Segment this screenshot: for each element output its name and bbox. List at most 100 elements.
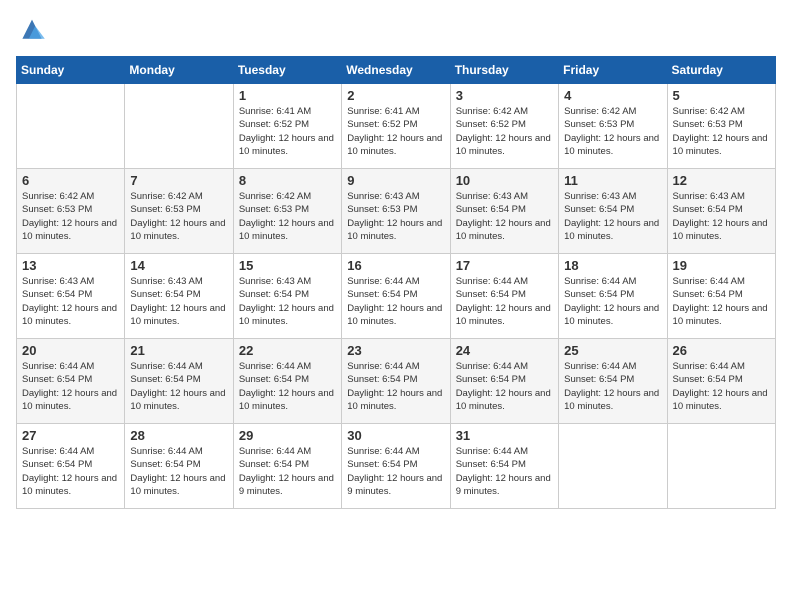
day-info: Sunrise: 6:43 AM Sunset: 6:54 PM Dayligh… xyxy=(673,190,770,243)
calendar-cell: 18 Sunrise: 6:44 AM Sunset: 6:54 PM Dayli… xyxy=(559,254,667,339)
day-info: Sunrise: 6:44 AM Sunset: 6:54 PM Dayligh… xyxy=(347,360,444,413)
calendar-cell xyxy=(125,84,233,169)
calendar-cell: 22 Sunrise: 6:44 AM Sunset: 6:54 PM Dayli… xyxy=(233,339,341,424)
calendar-week-row: 27 Sunrise: 6:44 AM Sunset: 6:54 PM Dayli… xyxy=(17,424,776,509)
calendar-cell: 10 Sunrise: 6:43 AM Sunset: 6:54 PM Dayli… xyxy=(450,169,558,254)
calendar-cell xyxy=(667,424,775,509)
day-number: 23 xyxy=(347,343,444,358)
calendar-cell: 17 Sunrise: 6:44 AM Sunset: 6:54 PM Dayli… xyxy=(450,254,558,339)
calendar-week-row: 13 Sunrise: 6:43 AM Sunset: 6:54 PM Dayli… xyxy=(17,254,776,339)
calendar-cell: 31Sunrise: 6:44 AM Sunset: 6:54 PM Dayli… xyxy=(450,424,558,509)
calendar-cell: 15 Sunrise: 6:43 AM Sunset: 6:54 PM Dayli… xyxy=(233,254,341,339)
calendar-header-row: SundayMondayTuesdayWednesdayThursdayFrid… xyxy=(17,57,776,84)
calendar-week-row: 1 Sunrise: 6:41 AM Sunset: 6:52 PM Daylig… xyxy=(17,84,776,169)
calendar-cell: 6 Sunrise: 6:42 AM Sunset: 6:53 PM Daylig… xyxy=(17,169,125,254)
calendar-cell: 14Sunrise: 6:43 AM Sunset: 6:54 PM Dayli… xyxy=(125,254,233,339)
calendar-cell: 1 Sunrise: 6:41 AM Sunset: 6:52 PM Daylig… xyxy=(233,84,341,169)
day-number: 30 xyxy=(347,428,444,443)
day-info: Sunrise: 6:42 AM Sunset: 6:53 PM Dayligh… xyxy=(130,190,227,243)
day-info: Sunrise: 6:43 AM Sunset: 6:54 PM Dayligh… xyxy=(456,190,553,243)
calendar-cell: 2 Sunrise: 6:41 AM Sunset: 6:52 PM Daylig… xyxy=(342,84,450,169)
day-number: 6 xyxy=(22,173,119,188)
day-number: 17 xyxy=(456,258,553,273)
column-header-wednesday: Wednesday xyxy=(342,57,450,84)
day-number: 27 xyxy=(22,428,119,443)
calendar-cell: 19 Sunrise: 6:44 AM Sunset: 6:54 PM Dayli… xyxy=(667,254,775,339)
day-info: Sunrise: 6:44 AM Sunset: 6:54 PM Dayligh… xyxy=(456,360,553,413)
day-number: 29 xyxy=(239,428,336,443)
day-number: 18 xyxy=(564,258,661,273)
calendar-cell: 3 Sunrise: 6:42 AM Sunset: 6:52 PM Daylig… xyxy=(450,84,558,169)
logo-icon xyxy=(16,16,48,44)
day-number: 10 xyxy=(456,173,553,188)
calendar-cell: 13Sunrise: 6:43 AM Sunset: 6:54 PM Dayli… xyxy=(17,254,125,339)
calendar-cell xyxy=(559,424,667,509)
calendar-cell: 16 Sunrise: 6:44 AM Sunset: 6:54 PM Dayli… xyxy=(342,254,450,339)
day-info: Sunrise: 6:41 AM Sunset: 6:52 PM Dayligh… xyxy=(347,105,444,158)
logo xyxy=(16,16,52,44)
calendar-cell: 4 Sunrise: 6:42 AM Sunset: 6:53 PM Daylig… xyxy=(559,84,667,169)
day-number: 21 xyxy=(130,343,227,358)
day-info: Sunrise: 6:44 AM Sunset: 6:54 PM Dayligh… xyxy=(564,275,661,328)
calendar-cell xyxy=(17,84,125,169)
calendar-cell: 28 Sunrise: 6:44 AM Sunset: 6:54 PM Dayli… xyxy=(125,424,233,509)
day-info: Sunrise: 6:42 AM Sunset: 6:53 PM Dayligh… xyxy=(22,190,119,243)
day-info: Sunrise: 6:44 AM Sunset: 6:54 PM Dayligh… xyxy=(673,275,770,328)
day-info: Sunrise: 6:43 AM Sunset: 6:53 PM Dayligh… xyxy=(347,190,444,243)
day-number: 7 xyxy=(130,173,227,188)
calendar-cell: 24 Sunrise: 6:44 AM Sunset: 6:54 PM Dayli… xyxy=(450,339,558,424)
column-header-tuesday: Tuesday xyxy=(233,57,341,84)
day-info: Sunrise: 6:44 AM Sunset: 6:54 PM Dayligh… xyxy=(347,445,444,498)
day-number: 13 xyxy=(22,258,119,273)
column-header-monday: Monday xyxy=(125,57,233,84)
calendar-week-row: 6 Sunrise: 6:42 AM Sunset: 6:53 PM Daylig… xyxy=(17,169,776,254)
calendar-cell: 27 Sunrise: 6:44 AM Sunset: 6:54 PM Dayli… xyxy=(17,424,125,509)
day-info: Sunrise: 6:41 AM Sunset: 6:52 PM Dayligh… xyxy=(239,105,336,158)
calendar-cell: 12Sunrise: 6:43 AM Sunset: 6:54 PM Dayli… xyxy=(667,169,775,254)
day-number: 8 xyxy=(239,173,336,188)
day-info: Sunrise: 6:44 AM Sunset: 6:54 PM Dayligh… xyxy=(673,360,770,413)
calendar-cell: 26Sunrise: 6:44 AM Sunset: 6:54 PM Dayli… xyxy=(667,339,775,424)
calendar-cell: 21Sunrise: 6:44 AM Sunset: 6:54 PM Dayli… xyxy=(125,339,233,424)
day-number: 22 xyxy=(239,343,336,358)
calendar-cell: 25 Sunrise: 6:44 AM Sunset: 6:54 PM Dayli… xyxy=(559,339,667,424)
calendar-cell: 29 Sunrise: 6:44 AM Sunset: 6:54 PM Dayli… xyxy=(233,424,341,509)
day-info: Sunrise: 6:44 AM Sunset: 6:54 PM Dayligh… xyxy=(239,360,336,413)
calendar-week-row: 20 Sunrise: 6:44 AM Sunset: 6:54 PM Dayli… xyxy=(17,339,776,424)
day-number: 24 xyxy=(456,343,553,358)
day-info: Sunrise: 6:44 AM Sunset: 6:54 PM Dayligh… xyxy=(130,445,227,498)
column-header-saturday: Saturday xyxy=(667,57,775,84)
day-info: Sunrise: 6:44 AM Sunset: 6:54 PM Dayligh… xyxy=(564,360,661,413)
day-number: 3 xyxy=(456,88,553,103)
day-number: 2 xyxy=(347,88,444,103)
day-info: Sunrise: 6:42 AM Sunset: 6:53 PM Dayligh… xyxy=(673,105,770,158)
day-number: 4 xyxy=(564,88,661,103)
calendar-cell: 8Sunrise: 6:42 AM Sunset: 6:53 PM Daylig… xyxy=(233,169,341,254)
day-info: Sunrise: 6:44 AM Sunset: 6:54 PM Dayligh… xyxy=(456,275,553,328)
day-info: Sunrise: 6:43 AM Sunset: 6:54 PM Dayligh… xyxy=(239,275,336,328)
day-number: 1 xyxy=(239,88,336,103)
day-info: Sunrise: 6:43 AM Sunset: 6:54 PM Dayligh… xyxy=(130,275,227,328)
calendar-cell: 7 Sunrise: 6:42 AM Sunset: 6:53 PM Daylig… xyxy=(125,169,233,254)
calendar-table: SundayMondayTuesdayWednesdayThursdayFrid… xyxy=(16,56,776,509)
day-number: 15 xyxy=(239,258,336,273)
day-info: Sunrise: 6:44 AM Sunset: 6:54 PM Dayligh… xyxy=(347,275,444,328)
calendar-cell: 11Sunrise: 6:43 AM Sunset: 6:54 PM Dayli… xyxy=(559,169,667,254)
calendar-cell: 23 Sunrise: 6:44 AM Sunset: 6:54 PM Dayli… xyxy=(342,339,450,424)
calendar-cell: 5 Sunrise: 6:42 AM Sunset: 6:53 PM Daylig… xyxy=(667,84,775,169)
calendar-cell: 20Sunrise: 6:44 AM Sunset: 6:54 PM Dayli… xyxy=(17,339,125,424)
day-number: 16 xyxy=(347,258,444,273)
day-info: Sunrise: 6:44 AM Sunset: 6:54 PM Dayligh… xyxy=(239,445,336,498)
day-info: Sunrise: 6:44 AM Sunset: 6:54 PM Dayligh… xyxy=(22,445,119,498)
day-number: 31 xyxy=(456,428,553,443)
day-number: 28 xyxy=(130,428,227,443)
day-number: 19 xyxy=(673,258,770,273)
day-number: 9 xyxy=(347,173,444,188)
day-info: Sunrise: 6:43 AM Sunset: 6:54 PM Dayligh… xyxy=(564,190,661,243)
day-number: 20 xyxy=(22,343,119,358)
calendar-cell: 30 Sunrise: 6:44 AM Sunset: 6:54 PM Dayli… xyxy=(342,424,450,509)
day-number: 25 xyxy=(564,343,661,358)
day-info: Sunrise: 6:42 AM Sunset: 6:52 PM Dayligh… xyxy=(456,105,553,158)
day-info: Sunrise: 6:42 AM Sunset: 6:53 PM Dayligh… xyxy=(564,105,661,158)
day-number: 5 xyxy=(673,88,770,103)
